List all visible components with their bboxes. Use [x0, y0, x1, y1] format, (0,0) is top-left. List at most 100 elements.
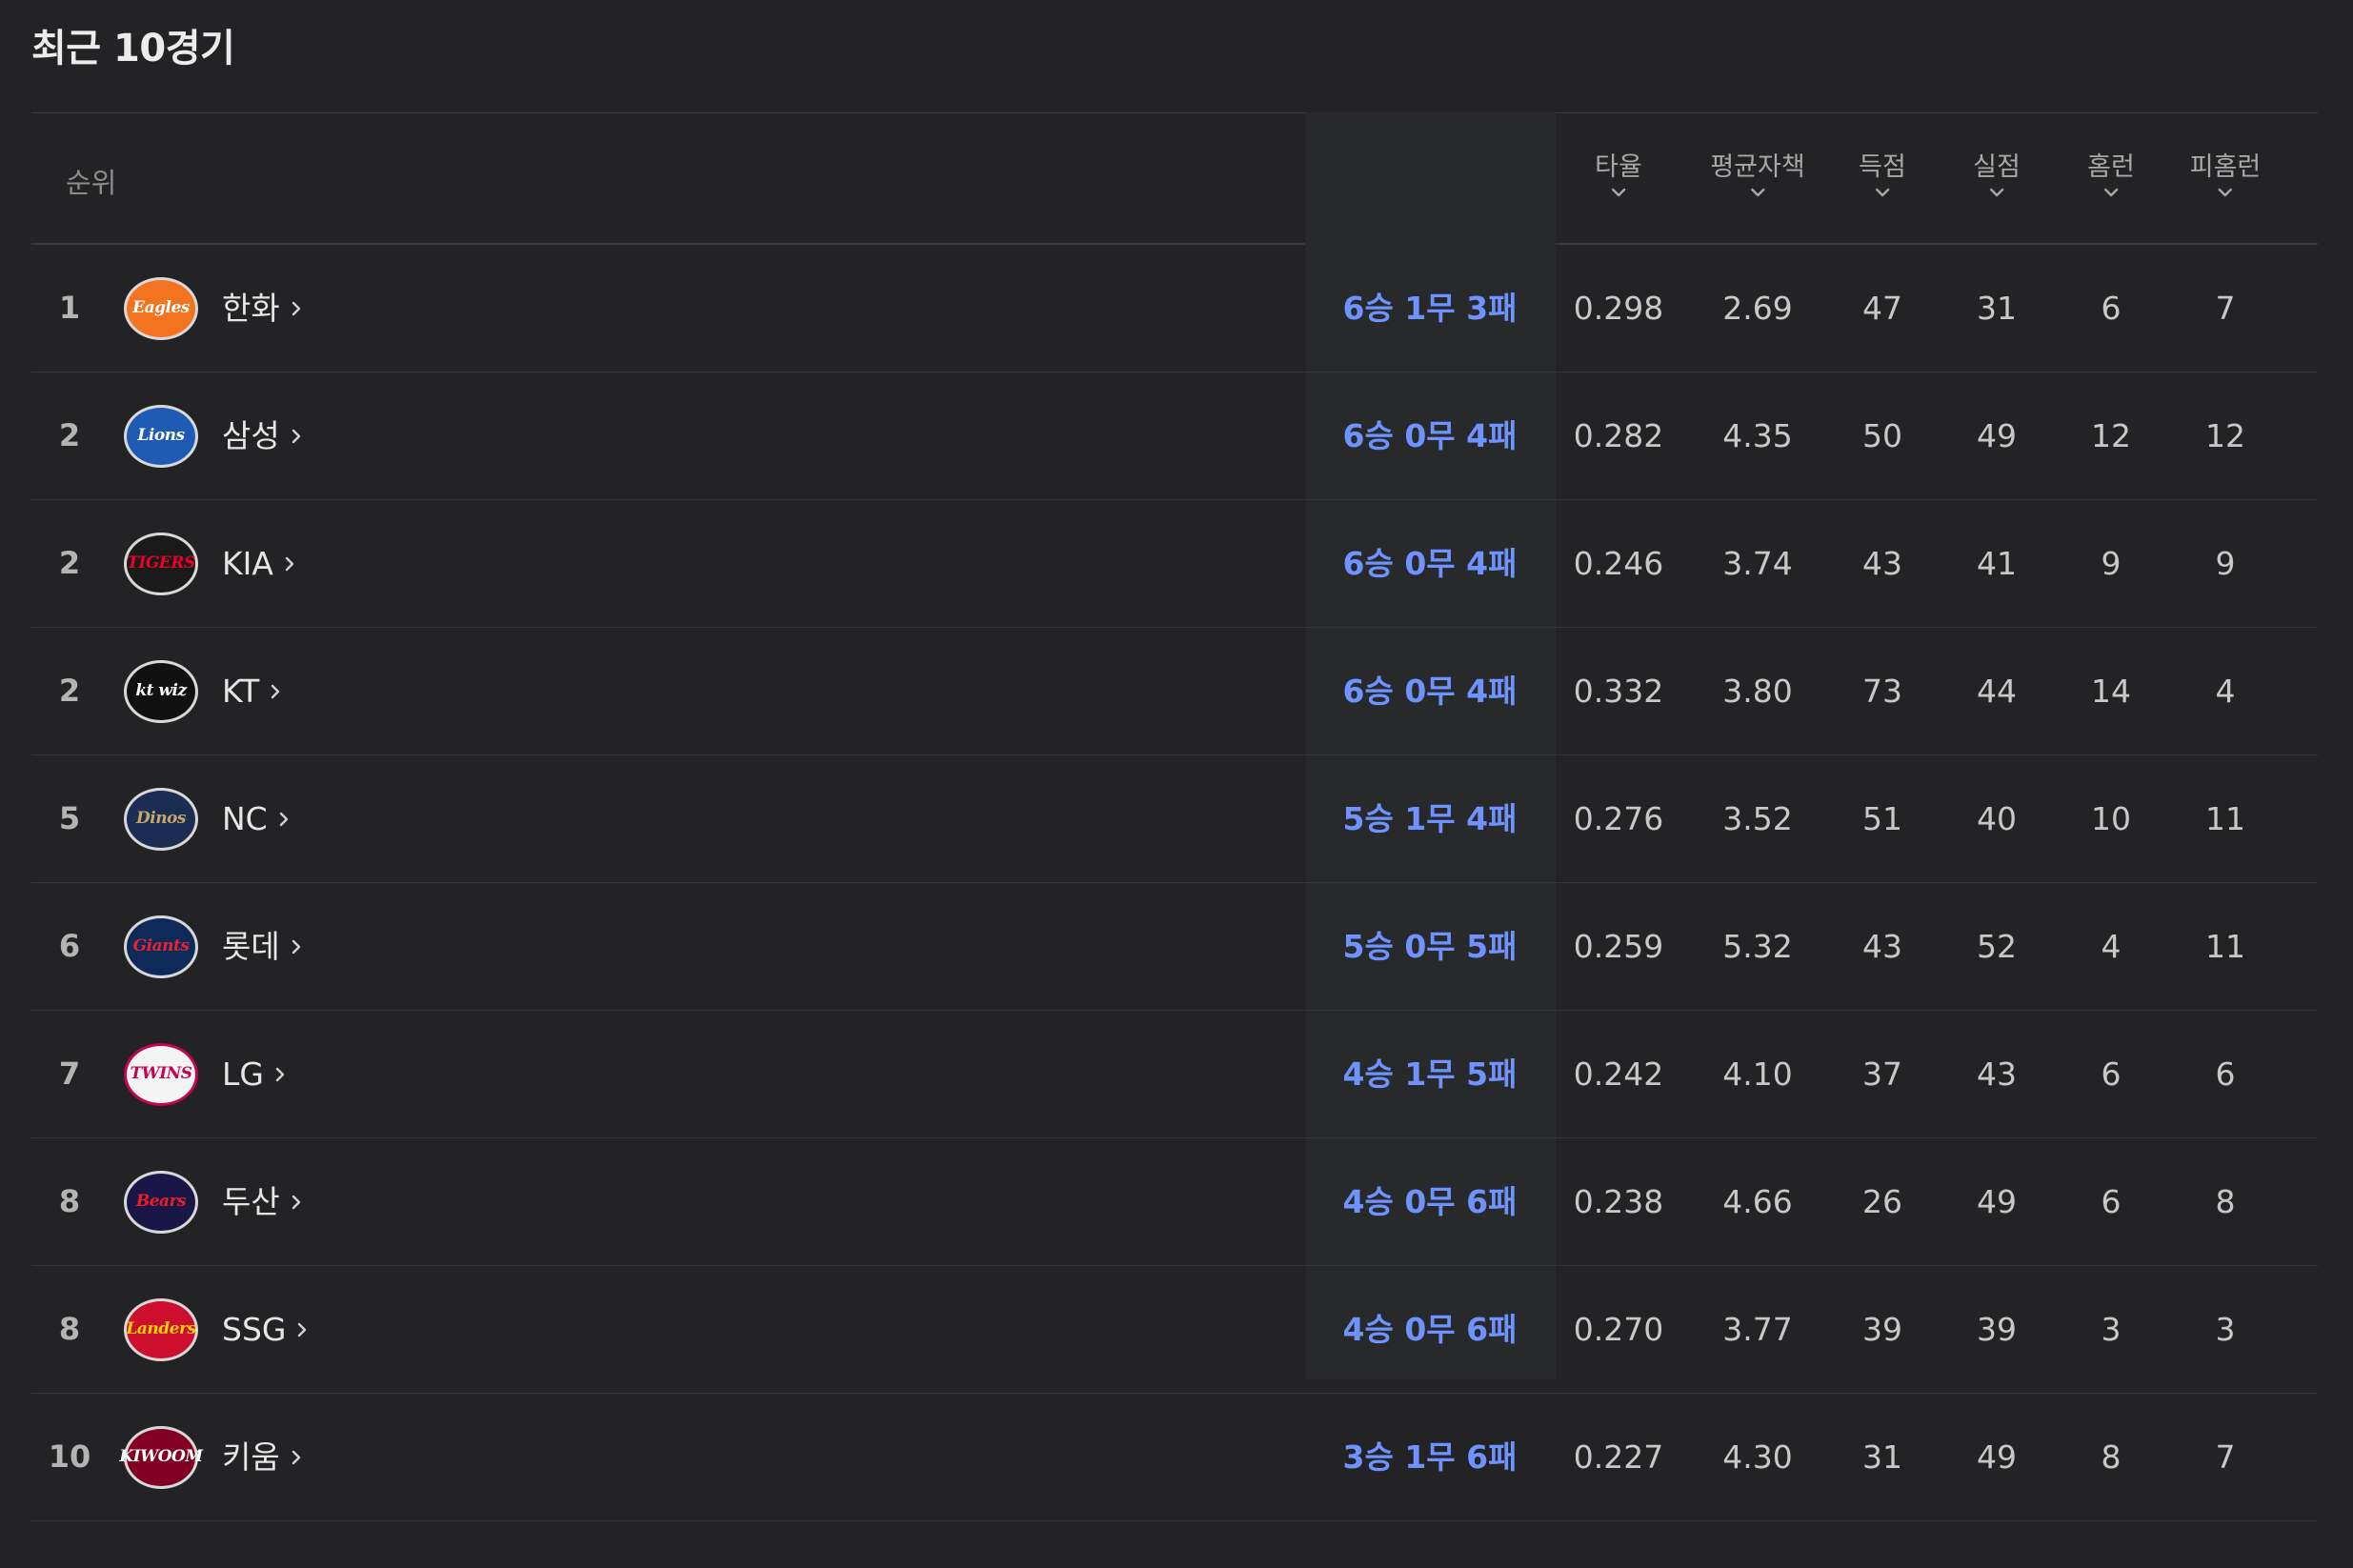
batting-avg-value: 0.298 — [1573, 290, 1664, 327]
runs-allowed-value: 39 — [1977, 1311, 2017, 1348]
sort-header-runs-allowed[interactable]: 실점 — [1973, 146, 2021, 200]
chevron-down-icon — [2218, 188, 2233, 197]
home-runs-value: 6 — [2101, 290, 2122, 327]
home-runs-allowed-value: 7 — [2215, 290, 2236, 327]
runs-allowed-value: 41 — [1977, 545, 2017, 582]
lions-logo: Lions — [124, 404, 198, 468]
home-runs-value: 6 — [2101, 1055, 2122, 1093]
era-value: 3.74 — [1722, 545, 1793, 582]
table-header: 순위 최근 10경기타율평균자책득점실점홈런피홈런 — [31, 112, 2318, 245]
wiz-logo: kt wiz — [124, 659, 198, 723]
rank-header: 순위 — [66, 167, 117, 199]
twins-logo: TWINS — [124, 1042, 198, 1106]
runs-value: 47 — [1862, 290, 1902, 327]
rank-value: 8 — [58, 1183, 81, 1219]
bears-logo: Bears — [124, 1170, 198, 1234]
runs-value: 43 — [1862, 545, 1902, 582]
team-name: 키움 — [222, 1438, 280, 1476]
era-value: 4.35 — [1722, 417, 1793, 454]
home-runs-allowed-value: 9 — [2215, 545, 2236, 582]
standings-table: 순위 최근 10경기타율평균자책득점실점홈런피홈런 1Eagles한화6승 1무… — [31, 112, 2318, 1521]
home-runs-allowed-value: 11 — [2205, 928, 2245, 965]
chevron-down-icon — [1750, 188, 1765, 197]
runs-value: 73 — [1862, 673, 1902, 710]
rank-value: 2 — [58, 673, 81, 709]
page-title: 최근 10경기 — [31, 27, 235, 70]
team-link[interactable]: SSG — [222, 1266, 309, 1393]
era-value: 2.69 — [1722, 290, 1793, 327]
recent-10-games-value: 4승 0무 6패 — [1342, 1183, 1518, 1220]
era-value: 5.32 — [1722, 928, 1793, 965]
rank-value: 1 — [58, 290, 81, 326]
chevron-right-icon — [292, 939, 300, 954]
rank-value: 10 — [48, 1438, 91, 1475]
batting-avg-value: 0.282 — [1573, 417, 1664, 454]
table-row: 10 KIWOOM 키움 3승 1무 6패 0.227 4.30 31 49 8 7 — [31, 1394, 2318, 1521]
era-value: 4.30 — [1722, 1438, 1793, 1476]
sort-header-batting-avg[interactable]: 타율 — [1595, 146, 1642, 200]
sort-header-home-runs[interactable]: 홈런 — [2087, 146, 2135, 200]
home-runs-value: 3 — [2101, 1311, 2122, 1348]
recent-10-games-value: 3승 1무 6패 — [1342, 1438, 1518, 1476]
batting-avg-value: 0.270 — [1573, 1311, 1664, 1348]
sort-header-label: 타율 — [1595, 152, 1642, 182]
team-link[interactable]: 두산 — [222, 1138, 303, 1265]
team-link[interactable]: 키움 — [222, 1394, 303, 1520]
sort-header-label: 득점 — [1859, 152, 1906, 182]
home-runs-value: 12 — [2091, 417, 2131, 454]
sort-header-home-runs-allowed[interactable]: 피홈런 — [2190, 146, 2261, 200]
chevron-right-icon — [292, 429, 300, 443]
batting-avg-value: 0.242 — [1573, 1055, 1664, 1093]
batting-avg-value: 0.227 — [1573, 1438, 1664, 1476]
rank-value: 6 — [58, 928, 81, 964]
era-value: 3.77 — [1722, 1311, 1793, 1348]
team-name: 한화 — [222, 290, 280, 327]
runs-allowed-value: 49 — [1977, 1183, 2017, 1220]
team-link[interactable]: LG — [222, 1011, 287, 1137]
recent-10-games-value: 6승 0무 4패 — [1342, 417, 1518, 454]
era-value: 4.10 — [1722, 1055, 1793, 1093]
home-runs-value: 9 — [2101, 545, 2122, 582]
batting-avg-value: 0.332 — [1573, 673, 1664, 710]
table-row: 8 Bears 두산 4승 0무 6패 0.238 4.66 26 49 6 8 — [31, 1138, 2318, 1266]
team-link[interactable]: NC — [222, 755, 291, 882]
chevron-right-icon — [292, 301, 300, 315]
runs-allowed-value: 40 — [1977, 800, 2017, 837]
runs-value: 31 — [1862, 1438, 1902, 1476]
rank-value: 8 — [58, 1311, 81, 1347]
runs-allowed-value: 49 — [1977, 1438, 2017, 1476]
runs-value: 39 — [1862, 1311, 1902, 1348]
rank-value: 2 — [58, 545, 81, 581]
team-link[interactable]: KT — [222, 628, 282, 754]
dinos-logo: Dinos — [124, 787, 198, 851]
home-runs-allowed-value: 3 — [2215, 1311, 2236, 1348]
runs-allowed-value: 52 — [1977, 928, 2017, 965]
chevron-right-icon — [292, 1450, 300, 1464]
home-runs-value: 8 — [2101, 1438, 2122, 1476]
recent-10-games-value: 4승 0무 6패 — [1342, 1311, 1518, 1348]
team-link[interactable]: 롯데 — [222, 883, 303, 1010]
chevron-down-icon — [1875, 188, 1890, 197]
chevron-right-icon — [275, 1067, 285, 1081]
rank-value: 5 — [58, 800, 81, 836]
team-link[interactable]: KIA — [222, 500, 296, 627]
eagles-logo: Eagles — [124, 276, 198, 340]
recent-10-games-value: 6승 0무 4패 — [1342, 545, 1518, 582]
home-runs-value: 4 — [2101, 928, 2122, 965]
recent-10-games-value: 6승 0무 4패 — [1342, 673, 1518, 710]
chevron-right-icon — [285, 556, 294, 571]
team-link[interactable]: 삼성 — [222, 372, 303, 499]
table-row: 8 Landers SSG 4승 0무 6패 0.270 3.77 39 39 3 3 — [31, 1266, 2318, 1394]
chevron-right-icon — [272, 684, 280, 698]
sort-header-runs[interactable]: 득점 — [1859, 146, 1906, 200]
chevron-right-icon — [298, 1322, 307, 1337]
chevron-down-icon — [2103, 188, 2119, 197]
recent-10-games-value: 5승 0무 5패 — [1342, 928, 1518, 965]
team-link[interactable]: 한화 — [222, 245, 303, 372]
sort-header-label: 홈런 — [2087, 152, 2135, 182]
sort-header-label: 평균자책 — [1710, 152, 1805, 182]
giants-logo: Giants — [124, 915, 198, 978]
sort-header-era[interactable]: 평균자책 — [1710, 146, 1805, 200]
chevron-right-icon — [279, 812, 288, 826]
rank-value: 2 — [58, 417, 81, 453]
